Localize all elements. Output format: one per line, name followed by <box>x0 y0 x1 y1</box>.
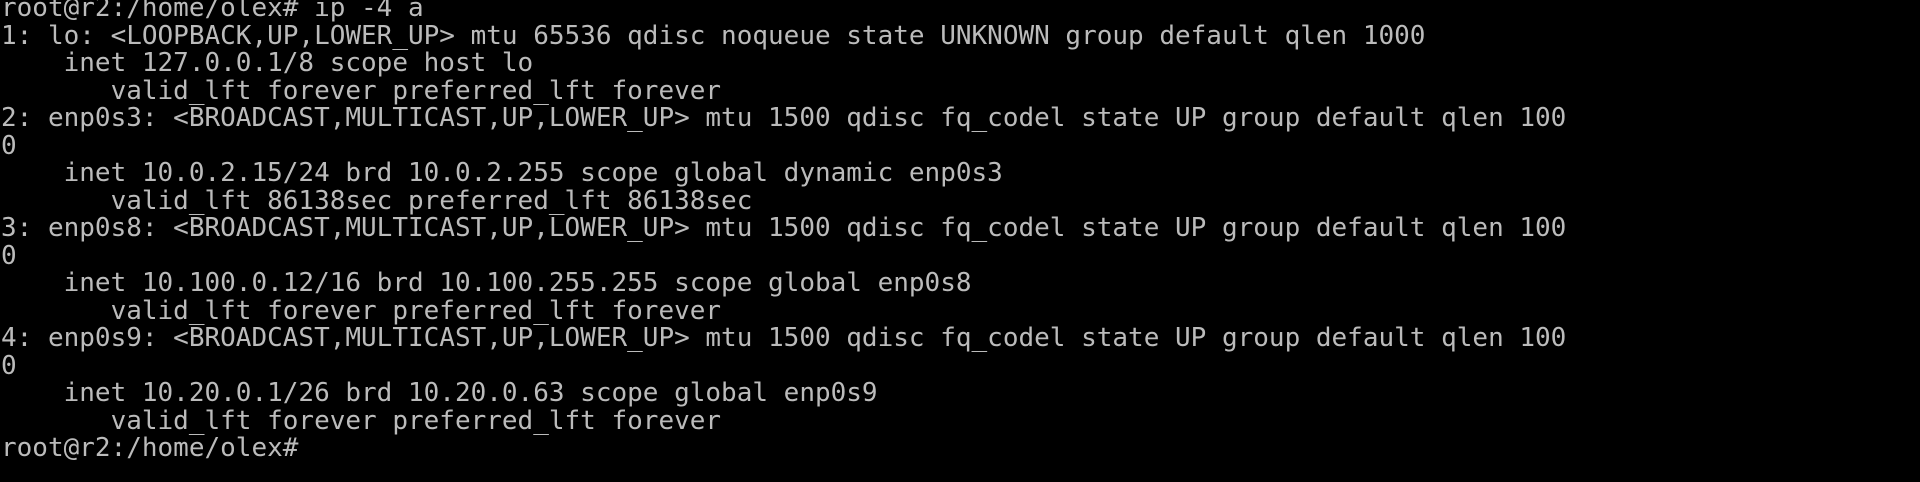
interface-header-enp0s3: 2: enp0s3: <BROADCAST,MULTICAST,UP,LOWER… <box>1 105 1567 133</box>
terminal-window[interactable]: root@r2:/home/olex# ip -4 a 1: lo: <LOOP… <box>0 0 1920 482</box>
interface-header-lo: 1: lo: <LOOPBACK,UP,LOWER_UP> mtu 65536 … <box>1 22 1426 50</box>
shell-prompt[interactable]: root@r2:/home/olex# <box>1 435 1917 463</box>
lifetime-line-enp0s3: valid_lft 86138sec preferred_lft 86138se… <box>1 187 753 215</box>
inet-line-enp0s3: inet 10.0.2.15/24 brd 10.0.2.255 scope g… <box>1 160 1003 188</box>
lifetime-line-enp0s8: valid_lft forever preferred_lft forever <box>1 297 722 325</box>
inet-line-enp0s8: inet 10.100.0.12/16 brd 10.100.255.255 s… <box>1 270 972 298</box>
wrapped-line: 0 <box>1 132 17 160</box>
lifetime-line-enp0s9: valid_lft forever preferred_lft forever <box>1 407 722 435</box>
lifetime-line-lo: valid_lft forever preferred_lft forever <box>1 77 722 105</box>
terminal-output: root@r2:/home/olex# ip -4 a 1: lo: <LOOP… <box>1 0 1917 463</box>
inet-line-lo: inet 127.0.0.1/8 scope host lo <box>1 50 534 78</box>
wrapped-line: 0 <box>1 242 17 270</box>
inet-line-enp0s9: inet 10.20.0.1/26 brd 10.20.0.63 scope g… <box>1 380 878 408</box>
interface-header-enp0s9: 4: enp0s9: <BROADCAST,MULTICAST,UP,LOWER… <box>1 325 1567 353</box>
interface-header-enp0s8: 3: enp0s8: <BROADCAST,MULTICAST,UP,LOWER… <box>1 215 1567 243</box>
wrapped-line: 0 <box>1 352 17 380</box>
command-line: root@r2:/home/olex# ip -4 a <box>1 0 424 23</box>
